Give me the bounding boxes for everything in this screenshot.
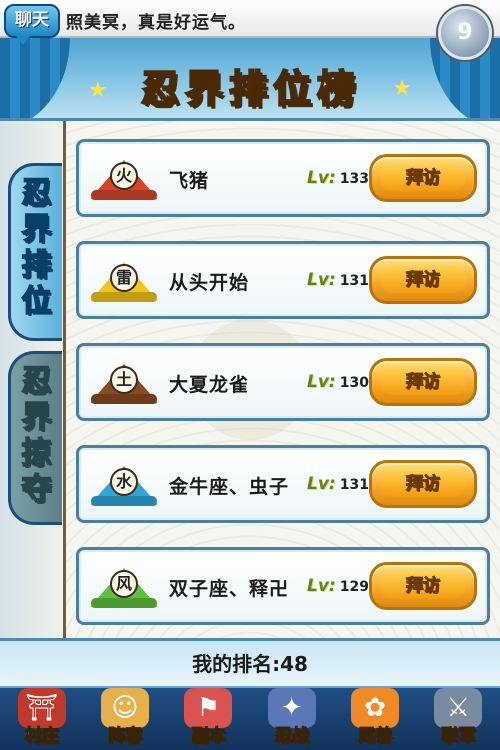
page-title: 忍界排位榜 — [140, 66, 361, 112]
chat-message: 照美冥，真是好运气。 — [66, 13, 246, 33]
element-glyph: 土 — [110, 366, 138, 394]
side-tab-column: 忍界排位 忍界掠夺 — [0, 121, 66, 641]
chat-badge[interactable]: 聊天 — [4, 4, 60, 45]
star-icon: ★ — [392, 76, 412, 101]
player-level: Lv: 131 — [307, 474, 369, 494]
visit-button-label: 拜访 — [380, 369, 466, 395]
element-emblem: 土 — [89, 358, 159, 408]
hat-rim — [91, 496, 157, 506]
nav-item[interactable]: ⚔ 联军 — [420, 686, 496, 750]
player-level: Lv: 129 — [307, 576, 369, 596]
star-icon: ★ — [88, 78, 108, 103]
player-name: 从头开始 — [169, 272, 250, 294]
tab-plunder[interactable]: 忍界掠夺 — [8, 351, 62, 525]
tab-char: 忍 — [21, 363, 53, 400]
ranking-row: 火 飞猪 Lv: 133 拜访 — [76, 139, 490, 217]
tab-ranking[interactable]: 忍界排位 — [8, 163, 62, 341]
visit-button-label: 拜访 — [380, 471, 466, 497]
element-emblem: 水 — [89, 460, 159, 510]
ranking-row: 水 金牛座、虫子 Lv: 131 拜访 — [76, 445, 490, 523]
my-rank-label: 我的排名: — [192, 652, 281, 676]
visit-button[interactable]: 拜访 — [369, 358, 477, 406]
level-label: Lv: — [307, 576, 336, 596]
nav-item[interactable]: ⛩ 村庄 — [4, 686, 80, 750]
visit-button[interactable]: 拜访 — [369, 154, 477, 202]
player-level: Lv: 130 — [307, 372, 369, 392]
player-level: Lv: 131 — [307, 270, 369, 290]
visit-button-label: 拜访 — [380, 165, 466, 191]
player-name: 大夏龙雀 — [169, 374, 250, 396]
visit-button[interactable]: 拜访 — [369, 562, 477, 610]
tab-plunder-label: 忍界掠夺 — [11, 354, 62, 508]
nav-label: 阵容 — [107, 726, 142, 747]
level-value: 131 — [339, 273, 369, 289]
element-glyph: 雷 — [110, 264, 138, 292]
nav-label: 副本 — [191, 726, 226, 747]
hat-rim — [91, 394, 157, 404]
tab-char: 界 — [21, 399, 53, 436]
visit-button[interactable]: 拜访 — [369, 460, 477, 508]
hat-rim — [91, 598, 157, 608]
my-rank-value: 48 — [280, 652, 308, 676]
level-label: Lv: — [307, 270, 336, 290]
tab-char: 排 — [21, 247, 53, 284]
screen: 聊天 照美冥，真是好运气。 9 ★ 忍界排位榜 ★ 忍界排位 忍界掠夺 火 飞猪… — [0, 0, 500, 750]
level-label: Lv: — [307, 372, 336, 392]
nav-item[interactable]: ⚑ 副本 — [170, 686, 246, 750]
level-value: 130 — [339, 375, 369, 391]
nav-label: 忍战 — [274, 726, 309, 747]
ranking-row: 雷 从头开始 Lv: 131 拜访 — [76, 241, 490, 319]
nav-item[interactable]: ☺ 阵容 — [87, 686, 163, 750]
level-value: 133 — [339, 171, 369, 187]
nav-label: 村庄 — [24, 726, 59, 747]
element-glyph: 风 — [110, 570, 138, 598]
my-rank: 我的排名:48 — [0, 638, 500, 686]
hat-rim — [91, 292, 157, 302]
home-button[interactable]: 9 — [438, 6, 492, 60]
ranking-panel: 忍界排位 忍界掠夺 火 飞猪 Lv: 133 拜访 雷 从头开始 Lv: 131 拜… — [0, 118, 500, 641]
tab-char: 界 — [21, 211, 53, 248]
player-name: 飞猪 — [169, 170, 210, 192]
tab-char: 掠 — [21, 435, 53, 472]
ranking-row: 风 双子座、释卍 Lv: 129 拜访 — [76, 547, 490, 625]
hat-rim — [91, 190, 157, 200]
level-value: 131 — [339, 477, 369, 493]
curtain-left — [0, 38, 70, 128]
element-glyph: 火 — [110, 162, 138, 190]
level-label: Lv: — [307, 168, 336, 188]
element-glyph: 水 — [110, 468, 138, 496]
tab-char: 夺 — [21, 471, 53, 508]
nav-item[interactable]: ✿ 尾兽 — [337, 686, 413, 750]
title-banner: ★ 忍界排位榜 ★ — [88, 52, 412, 118]
level-value: 129 — [339, 579, 369, 595]
nav-label: 联军 — [441, 726, 476, 747]
visit-button-label: 拜访 — [380, 573, 466, 599]
player-name: 双子座、释卍 — [169, 578, 290, 600]
element-emblem: 火 — [89, 154, 159, 204]
player-level: Lv: 133 — [307, 168, 369, 188]
tab-char: 位 — [21, 283, 53, 320]
nav-item[interactable]: ✦ 忍战 — [254, 686, 330, 750]
nav-label: 尾兽 — [357, 726, 392, 747]
visit-button[interactable]: 拜访 — [369, 256, 477, 304]
element-emblem: 风 — [89, 562, 159, 612]
bottom-nav: ⛩ 村庄 ☺ 阵容 ⚑ 副本 ✦ 忍战 ✿ 尾兽 ⚔ 联军 — [0, 686, 500, 750]
visit-button-label: 拜访 — [380, 267, 466, 293]
chat-bar[interactable]: 聊天 照美冥，真是好运气。 — [0, 0, 500, 45]
level-label: Lv: — [307, 474, 336, 494]
tab-char: 忍 — [21, 175, 53, 212]
ranking-row: 土 大夏龙雀 Lv: 130 拜访 — [76, 343, 490, 421]
player-name: 金牛座、虫子 — [169, 476, 290, 498]
home-icon: 9 — [457, 20, 473, 45]
element-emblem: 雷 — [89, 256, 159, 306]
tab-ranking-label: 忍界排位 — [11, 166, 62, 320]
